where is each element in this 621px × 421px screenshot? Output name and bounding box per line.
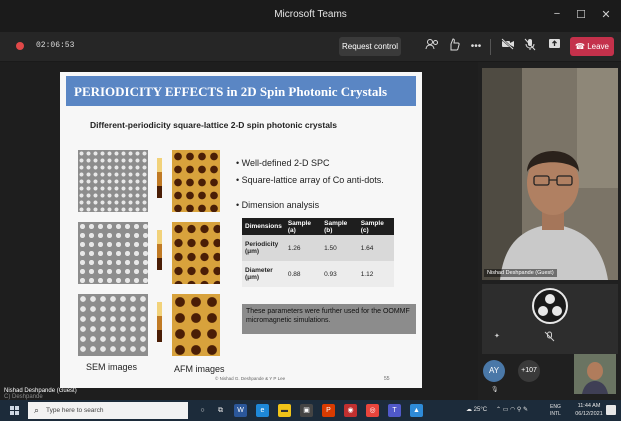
maximize-button[interactable]: ☐ [573, 8, 589, 21]
afm-image-a [172, 150, 220, 212]
avatar-mic-icon: 🎙 [491, 387, 499, 393]
table-cell: 1.26 [284, 235, 322, 261]
table-cell: 0.93 [321, 261, 358, 287]
leave-label: Leave [587, 42, 609, 51]
self-view-thumbnail[interactable] [574, 354, 616, 394]
teams-icon[interactable]: T [388, 404, 401, 417]
mic-muted-icon[interactable] [522, 38, 538, 55]
slide-subtitle: Different-periodicity square-lattice 2-D… [90, 120, 338, 130]
table-header: Dimensions [242, 218, 285, 235]
sem-image-b [78, 222, 148, 284]
afm-color-scale-b [153, 230, 171, 270]
oommf-note: These parameters were further used for t… [242, 304, 416, 334]
language-code: ENG [550, 404, 561, 410]
video-name-label: Nishad Deshpande (Guest) [484, 269, 557, 277]
afm-color-scale-a [153, 158, 171, 198]
table-row: Diameter (μm) 0.88 0.93 1.12 [242, 261, 394, 287]
taskbar-search-box[interactable]: ⌕ Type here to search [28, 402, 188, 419]
language-indicator[interactable]: ENG INTL [550, 404, 561, 418]
table-header: Sample (b) [321, 218, 358, 235]
slide-credit: © Nishad G. Deshpande & Y P Lee [215, 376, 286, 381]
participants-icon[interactable] [424, 38, 440, 55]
taskbar-clock[interactable]: 11:44 AM 06/12/2021 [572, 402, 606, 418]
chrome-icon[interactable]: ◎ [366, 404, 379, 417]
sem-image-a [78, 150, 148, 212]
app-red-icon[interactable]: ◉ [344, 404, 357, 417]
more-options-icon[interactable]: ••• [468, 38, 484, 55]
search-placeholder: Type here to search [46, 407, 104, 414]
windows-start-icon[interactable] [10, 406, 19, 415]
photos-icon[interactable]: ▲ [410, 404, 423, 417]
presenter-silhouette [482, 68, 618, 280]
presenter-name-label: Nishad Deshpande (Guest) C) Deshpande [4, 388, 77, 400]
meeting-toolbar: 02:06:53 Request control ••• ☎ Leave [0, 32, 621, 62]
table-cell: 1.64 [357, 235, 394, 261]
edge-icon[interactable]: e [256, 404, 269, 417]
recording-icon [16, 42, 24, 50]
table-cell: 1.12 [357, 261, 394, 287]
sem-caption: SEM images [86, 362, 138, 372]
language-sub: INTL [550, 411, 561, 417]
weather-icon: ☁ [466, 407, 474, 413]
slide-title: PERIODICITY EFFECTS in 2D Spin Photonic … [74, 84, 388, 99]
windows-taskbar: ⌕ Type here to search ○ ⧉ W e ▬ ▣ P ◉ ◎ … [0, 400, 621, 421]
row-label-periodicity: Periodicity (μm) [242, 235, 285, 261]
more-participants-button[interactable]: +107 [518, 360, 540, 382]
afm-color-scale-c [153, 302, 171, 342]
table-header: Sample (c) [357, 218, 394, 235]
table-cell: 0.88 [284, 261, 322, 287]
request-control-button[interactable]: Request control [339, 37, 401, 56]
title-bar: Microsoft Teams − ☐ ✕ [0, 0, 621, 32]
table-header-row: Dimensions Sample (a) Sample (b) Sample … [242, 218, 394, 235]
minimize-button[interactable]: − [549, 8, 565, 20]
table-header: Sample (a) [284, 218, 322, 235]
slide-header-bar: PERIODICITY EFFECTS in 2D Spin Photonic … [66, 76, 416, 106]
toolbar-divider [490, 39, 491, 55]
system-tray-icons[interactable]: ⌃ ▭ ◠ ⚲ ✎ [496, 406, 528, 413]
pin-icon[interactable]: ✦ [494, 332, 500, 340]
afm-image-b [172, 222, 220, 284]
meeting-timer: 02:06:53 [36, 41, 75, 50]
bullet-dimension: • Dimension analysis [236, 200, 320, 210]
sem-image-c [78, 294, 148, 356]
search-icon: ⌕ [34, 405, 40, 415]
shared-screen-stage: PERIODICITY EFFECTS in 2D Spin Photonic … [0, 62, 478, 400]
clock-date: 06/12/2021 [575, 411, 603, 417]
afm-caption: AFM images [174, 364, 225, 374]
presenter-video[interactable]: Nishad Deshpande (Guest) [482, 68, 618, 280]
file-explorer-icon[interactable]: ▬ [278, 404, 291, 417]
afm-image-c [172, 294, 220, 356]
window-title: Microsoft Teams [274, 9, 347, 20]
weather-widget[interactable]: ☁ 25°C [466, 406, 487, 413]
reactions-icon[interactable] [446, 38, 462, 55]
close-button[interactable]: ✕ [598, 8, 614, 21]
mic-off-icon [544, 331, 555, 344]
notification-icon[interactable] [606, 405, 616, 415]
powerpoint-icon[interactable]: P [322, 404, 335, 417]
teams-window: Microsoft Teams − ☐ ✕ 02:06:53 Request c… [0, 0, 621, 421]
bullet-lattice: • Square-lattice array of Co anti-dots. [236, 175, 384, 185]
weather-temp: 25°C [473, 407, 488, 413]
store-icon[interactable]: ▣ [300, 404, 313, 417]
leave-button[interactable]: ☎ Leave [570, 37, 614, 56]
participant-avatar[interactable]: AY [483, 360, 505, 382]
cortana-icon[interactable]: ○ [196, 404, 209, 417]
row-label-diameter: Diameter (μm) [242, 261, 285, 287]
camera-off-icon[interactable] [500, 38, 516, 55]
presentation-slide: PERIODICITY EFFECTS in 2D Spin Photonic … [60, 72, 422, 388]
slide-page-number: 55 [384, 376, 390, 382]
clock-time: 11:44 AM [577, 403, 601, 409]
table-row: Periodicity (μm) 1.26 1.50 1.64 [242, 235, 394, 261]
task-view-icon[interactable]: ⧉ [214, 404, 227, 417]
word-icon[interactable]: W [234, 404, 247, 417]
share-screen-icon[interactable] [546, 38, 562, 55]
dimension-table: Dimensions Sample (a) Sample (b) Sample … [242, 218, 394, 287]
obs-logo-icon [532, 288, 568, 324]
table-cell: 1.50 [321, 235, 358, 261]
bullet-spc: • Well-defined 2-D SPC [236, 158, 330, 168]
obs-virtual-camera-tile[interactable]: ✦ [482, 284, 618, 354]
phone-hangup-icon: ☎ [575, 42, 588, 51]
participants-panel: Nishad Deshpande (Guest) ✦ AY 🎙 +107 [478, 62, 621, 400]
